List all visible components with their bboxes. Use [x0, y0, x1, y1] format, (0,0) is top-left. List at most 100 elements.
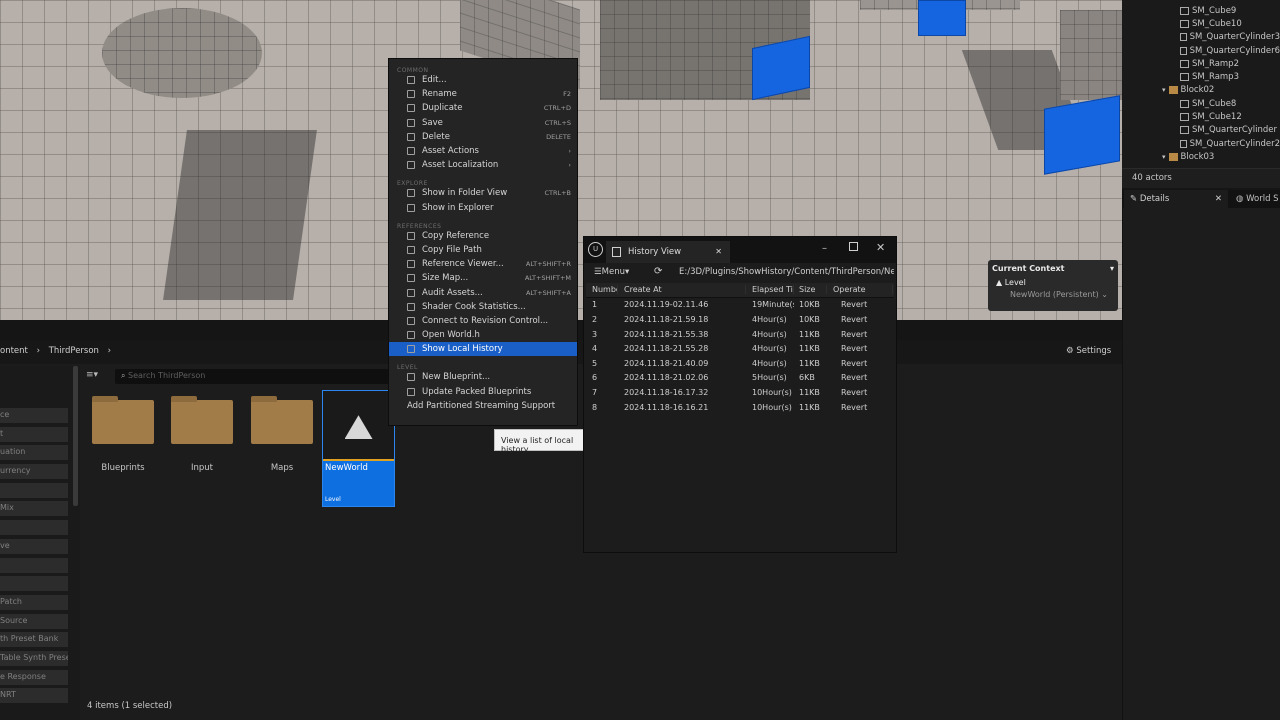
- revert-button[interactable]: Revert: [827, 403, 893, 412]
- source-item[interactable]: [0, 557, 68, 573]
- menu-item[interactable]: Audit Assets... ALT+SHIFT+A: [389, 285, 577, 299]
- outliner-row[interactable]: SM_QuarterCylinder: [1122, 124, 1280, 137]
- outliner-row[interactable]: SM_Cube12: [1122, 110, 1280, 123]
- filter-dropdown[interactable]: ≡▾: [86, 370, 106, 384]
- search-input[interactable]: ⌕ Search ThirdPerson: [115, 369, 393, 384]
- refresh-icon[interactable]: ⟳: [654, 266, 662, 277]
- tab-history-view[interactable]: History View ✕: [606, 241, 730, 263]
- menu-item[interactable]: Shader Cook Statistics...: [389, 300, 577, 314]
- source-item[interactable]: [0, 520, 68, 536]
- menu-item[interactable]: Rename F2: [389, 87, 577, 101]
- menu-item[interactable]: Open World.h: [389, 328, 577, 342]
- menu-item[interactable]: Update Packed Blueprints: [389, 385, 577, 399]
- close-icon[interactable]: ✕: [1215, 194, 1222, 204]
- column-header[interactable]: Elapsed Tir: [746, 285, 794, 295]
- table-row[interactable]: 8 2024.11.18-16.16.21 10Hour(s) 11KB Revert: [586, 400, 894, 415]
- menu-item[interactable]: Show in Folder View CTRL+B: [389, 186, 577, 200]
- revert-button[interactable]: Revert: [827, 373, 893, 382]
- breadcrumb-item[interactable]: ontent: [0, 346, 28, 356]
- static-mesh-icon: [1180, 126, 1189, 135]
- source-item[interactable]: Mix: [0, 501, 68, 517]
- outliner-row[interactable]: SM_QuarterCylinder3: [1122, 31, 1280, 44]
- menu-item[interactable]: Edit...: [389, 73, 577, 87]
- column-header[interactable]: Operate: [827, 285, 893, 295]
- menu-button[interactable]: ☰Menu▾: [594, 267, 629, 277]
- outliner-row[interactable]: SM_Ramp3: [1122, 70, 1280, 83]
- folder-tile[interactable]: Maps: [245, 396, 319, 473]
- folder-icon: [1168, 152, 1178, 161]
- asset-tile[interactable]: NewWorld Level: [322, 390, 395, 507]
- revert-button[interactable]: Revert: [827, 388, 893, 397]
- outliner-row[interactable]: SM_Ramp2: [1122, 57, 1280, 70]
- table-row[interactable]: 3 2024.11.18-21.55.38 4Hour(s) 11KB Revert: [586, 327, 894, 342]
- tab-world-settings[interactable]: ◍ World S: [1232, 190, 1280, 208]
- source-item[interactable]: urrency: [0, 464, 68, 480]
- source-item[interactable]: Patch: [0, 594, 68, 610]
- folder-tile[interactable]: Input: [165, 396, 239, 473]
- source-item[interactable]: uation: [0, 445, 68, 461]
- scrollbar[interactable]: [73, 366, 78, 506]
- source-item[interactable]: NRT: [0, 688, 68, 704]
- tab-details[interactable]: ✎ Details ✕: [1124, 190, 1228, 208]
- menu-item[interactable]: Show in Explorer: [389, 201, 577, 215]
- source-item[interactable]: e Response: [0, 669, 68, 685]
- source-item[interactable]: [0, 576, 68, 592]
- source-item[interactable]: Source: [0, 613, 68, 629]
- revert-button[interactable]: Revert: [827, 359, 893, 368]
- menu-item[interactable]: Delete DELETE: [389, 130, 577, 144]
- breadcrumb-item[interactable]: ThirdPerson: [49, 346, 99, 356]
- outliner-row[interactable]: SM_Cube8: [1122, 97, 1280, 110]
- outliner-row[interactable]: SM_QuarterCylinder2: [1122, 137, 1280, 150]
- menu-item[interactable]: Copy File Path: [389, 243, 577, 257]
- chevron-down-icon[interactable]: ▾: [1110, 264, 1114, 273]
- column-header[interactable]: Create At: [618, 285, 746, 295]
- menu-item[interactable]: Duplicate CTRL+D: [389, 101, 577, 115]
- level-selector[interactable]: NewWorld (Persistent) ⌄: [992, 290, 1114, 299]
- menu-item-label: Show in Explorer: [422, 202, 494, 213]
- menu-item[interactable]: Asset Actions ›: [389, 144, 577, 158]
- source-item[interactable]: t: [0, 426, 68, 442]
- source-item[interactable]: ce: [0, 408, 68, 423]
- outliner-row[interactable]: SM_QuarterCylinder6: [1122, 44, 1280, 57]
- column-header[interactable]: Size: [794, 285, 827, 295]
- table-row[interactable]: 1 2024.11.19-02.11.46 19Minute(s 10KB Revert: [586, 298, 894, 313]
- settings-button[interactable]: ⚙ Settings: [1066, 346, 1111, 356]
- table-row[interactable]: 5 2024.11.18-21.40.09 4Hour(s) 11KB Revert: [586, 356, 894, 371]
- menu-item[interactable]: Copy Reference: [389, 229, 577, 243]
- revert-button[interactable]: Revert: [827, 344, 893, 353]
- maximize-icon[interactable]: [849, 242, 858, 251]
- revert-button[interactable]: Revert: [827, 315, 893, 324]
- outliner-row[interactable]: ▾ Block03: [1122, 150, 1280, 163]
- menu-item[interactable]: Size Map... ALT+SHIFT+M: [389, 271, 577, 285]
- menu-item-icon: [407, 104, 415, 113]
- outliner-row[interactable]: SM_Cube10: [1122, 17, 1280, 30]
- revert-button[interactable]: Revert: [827, 330, 893, 339]
- outliner-row[interactable]: ▾ Block02: [1122, 84, 1280, 97]
- menu-item[interactable]: Connect to Revision Control...: [389, 314, 577, 328]
- outliner-row[interactable]: SM_Cube9: [1122, 4, 1280, 17]
- menu-item[interactable]: Reference Viewer... ALT+SHIFT+R: [389, 257, 577, 271]
- minimize-icon[interactable]: –: [822, 243, 827, 254]
- source-item[interactable]: [0, 482, 68, 498]
- menu-item[interactable]: Show Local History: [389, 342, 577, 357]
- close-tab-icon[interactable]: ✕: [715, 247, 722, 256]
- table-row[interactable]: 4 2024.11.18-21.55.28 4Hour(s) 11KB Revert: [586, 341, 894, 356]
- folder-tile[interactable]: Blueprints: [86, 396, 160, 473]
- table-cell: 10KB: [799, 314, 820, 324]
- close-window-icon[interactable]: ✕: [876, 241, 885, 254]
- table-row[interactable]: 2 2024.11.18-21.59.18 4Hour(s) 10KB Revert: [586, 312, 894, 327]
- expand-arrow-icon[interactable]: ▾: [1162, 153, 1166, 161]
- column-header[interactable]: Numbe: [586, 285, 618, 295]
- source-item[interactable]: Table Synth Prese: [0, 650, 68, 666]
- revert-button[interactable]: Revert: [827, 300, 893, 309]
- menu-item[interactable]: Add Partitioned Streaming Support: [389, 399, 577, 413]
- expand-arrow-icon[interactable]: ▾: [1162, 86, 1166, 94]
- menu-item[interactable]: Asset Localization ›: [389, 158, 577, 172]
- source-item[interactable]: th Preset Bank: [0, 632, 68, 648]
- window-titlebar[interactable]: U History View ✕ – ✕: [584, 237, 896, 263]
- menu-item[interactable]: Save CTRL+S: [389, 116, 577, 130]
- table-row[interactable]: 7 2024.11.18-16.17.32 10Hour(s) 11KB Revert: [586, 385, 894, 400]
- menu-item[interactable]: New Blueprint...: [389, 370, 577, 384]
- source-item[interactable]: ve: [0, 538, 68, 554]
- table-row[interactable]: 6 2024.11.18-21.02.06 5Hour(s) 6KB Revert: [586, 371, 894, 386]
